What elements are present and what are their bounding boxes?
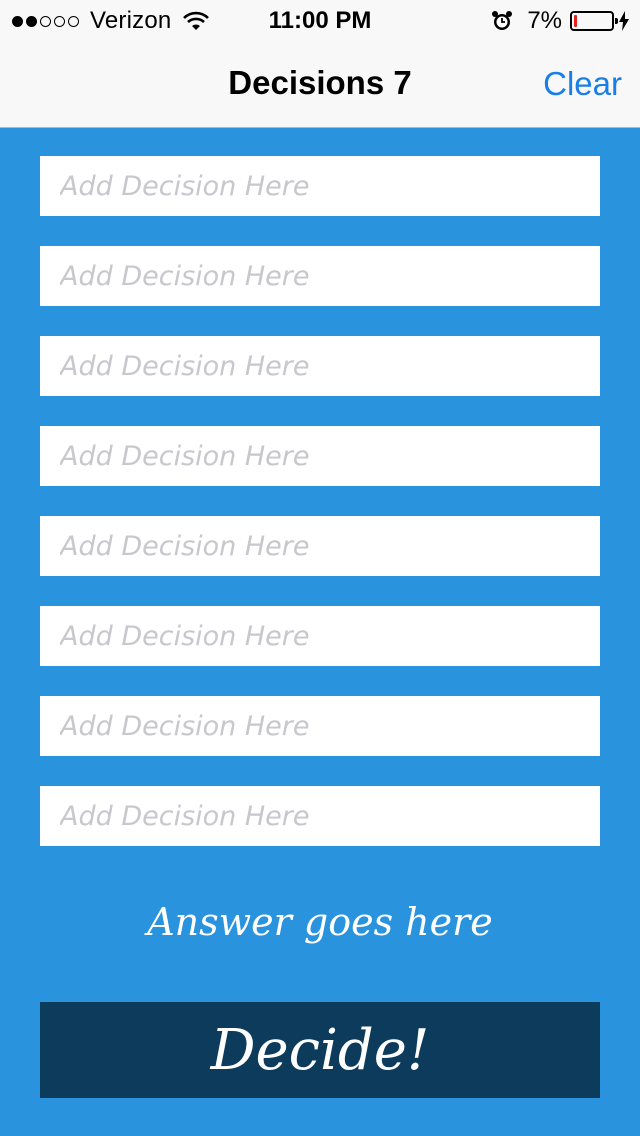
decision-input-3[interactable] bbox=[40, 336, 600, 396]
decide-button[interactable]: Decide! bbox=[40, 1002, 600, 1098]
decision-input-5[interactable] bbox=[40, 516, 600, 576]
decision-input-7[interactable] bbox=[40, 696, 600, 756]
decision-input-6[interactable] bbox=[40, 606, 600, 666]
answer-label: Answer goes here bbox=[147, 900, 493, 944]
battery-percent: 7% bbox=[527, 7, 562, 34]
decision-input-8[interactable] bbox=[40, 786, 600, 846]
status-right: 7% bbox=[491, 7, 630, 35]
nav-bar: Decisions 7 Clear bbox=[0, 40, 640, 128]
decision-input-4[interactable] bbox=[40, 426, 600, 486]
battery-level bbox=[574, 15, 577, 27]
bolt-icon bbox=[619, 11, 629, 31]
clear-button[interactable]: Clear bbox=[543, 65, 622, 103]
decision-input-1[interactable] bbox=[40, 156, 600, 216]
alarm-icon bbox=[492, 11, 513, 30]
battery-icon bbox=[570, 11, 618, 31]
header: Verizon 11:00 PM 7% Decisions 7 Clear bbox=[0, 0, 640, 128]
status-bar: Verizon 11:00 PM 7% bbox=[0, 0, 640, 40]
decision-input-2[interactable] bbox=[40, 246, 600, 306]
